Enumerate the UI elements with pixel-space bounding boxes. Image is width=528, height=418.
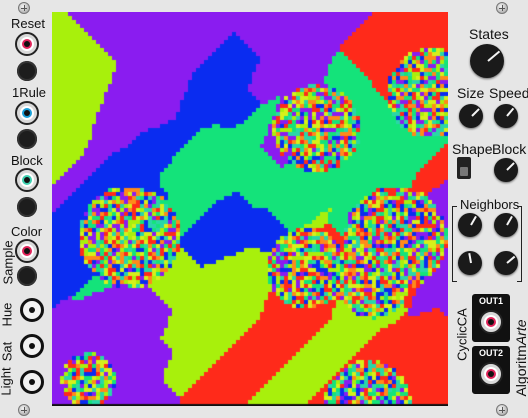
- size-knob[interactable]: [459, 104, 483, 128]
- out2-label: OUT2: [478, 348, 503, 358]
- block-input-jack[interactable]: [15, 168, 39, 192]
- module-panel: Reset 1Rule Block Color Sample Hue Sat L…: [0, 0, 528, 418]
- reset-label: Reset: [11, 16, 45, 31]
- block-control-knob[interactable]: [494, 158, 518, 182]
- states-label: States: [469, 26, 509, 42]
- one-rule-input-jack[interactable]: [15, 101, 39, 125]
- neighbor-knob-top-left[interactable]: [458, 213, 482, 237]
- hue-input-jack[interactable]: [20, 298, 44, 322]
- shape-switch[interactable]: [457, 157, 471, 179]
- module-name: CyclicCA: [454, 308, 470, 361]
- neighbor-knob-bottom-left[interactable]: [458, 251, 482, 275]
- sample-label: Sample: [0, 240, 16, 285]
- size-label: Size: [457, 85, 485, 101]
- light-input-jack[interactable]: [20, 370, 44, 394]
- neighbors-label: Neighbors: [460, 197, 520, 212]
- neighbor-knob-top-right[interactable]: [494, 213, 518, 237]
- cellular-automaton-display: [52, 12, 448, 406]
- color-label: Color: [11, 224, 43, 239]
- color-input-jack[interactable]: [15, 239, 39, 263]
- out1-jack[interactable]: [479, 310, 503, 334]
- speed-label: Speed: [489, 85, 528, 101]
- one-rule-label: 1Rule: [12, 85, 46, 100]
- sat-input-jack[interactable]: [20, 334, 44, 358]
- neighbors-bracket-left: [452, 206, 457, 282]
- brand-prefix: Algoritm: [513, 345, 528, 397]
- hue-label: Hue: [0, 302, 15, 327]
- reset-knob[interactable]: [17, 61, 37, 81]
- light-label: Light: [0, 367, 14, 396]
- reset-input-jack[interactable]: [15, 32, 39, 56]
- out2-jack[interactable]: [479, 362, 503, 386]
- out1-label: OUT1: [478, 296, 503, 306]
- sample-knob[interactable]: [17, 266, 37, 286]
- screw-bottom-right-icon: [496, 404, 508, 416]
- block-input-label: Block: [11, 153, 43, 168]
- brand-suffix: Arte: [513, 319, 528, 346]
- neighbors-bracket-right: [517, 206, 522, 282]
- block-control-label: Block: [492, 141, 527, 157]
- one-rule-knob[interactable]: [17, 129, 37, 149]
- screw-top-left-icon: [18, 2, 30, 14]
- sat-label: Sat: [0, 341, 15, 362]
- out2-box: OUT2: [472, 346, 510, 394]
- neighbor-knob-bottom-right[interactable]: [494, 251, 518, 275]
- speed-knob[interactable]: [494, 104, 518, 128]
- shape-label: Shape: [452, 141, 493, 157]
- brand-name: AlgoritmArte: [513, 313, 528, 403]
- screw-bottom-left-icon: [18, 404, 30, 416]
- block-knob[interactable]: [17, 197, 37, 217]
- states-knob[interactable]: [470, 44, 504, 78]
- screw-top-right-icon: [496, 2, 508, 14]
- out1-box: OUT1: [472, 294, 510, 342]
